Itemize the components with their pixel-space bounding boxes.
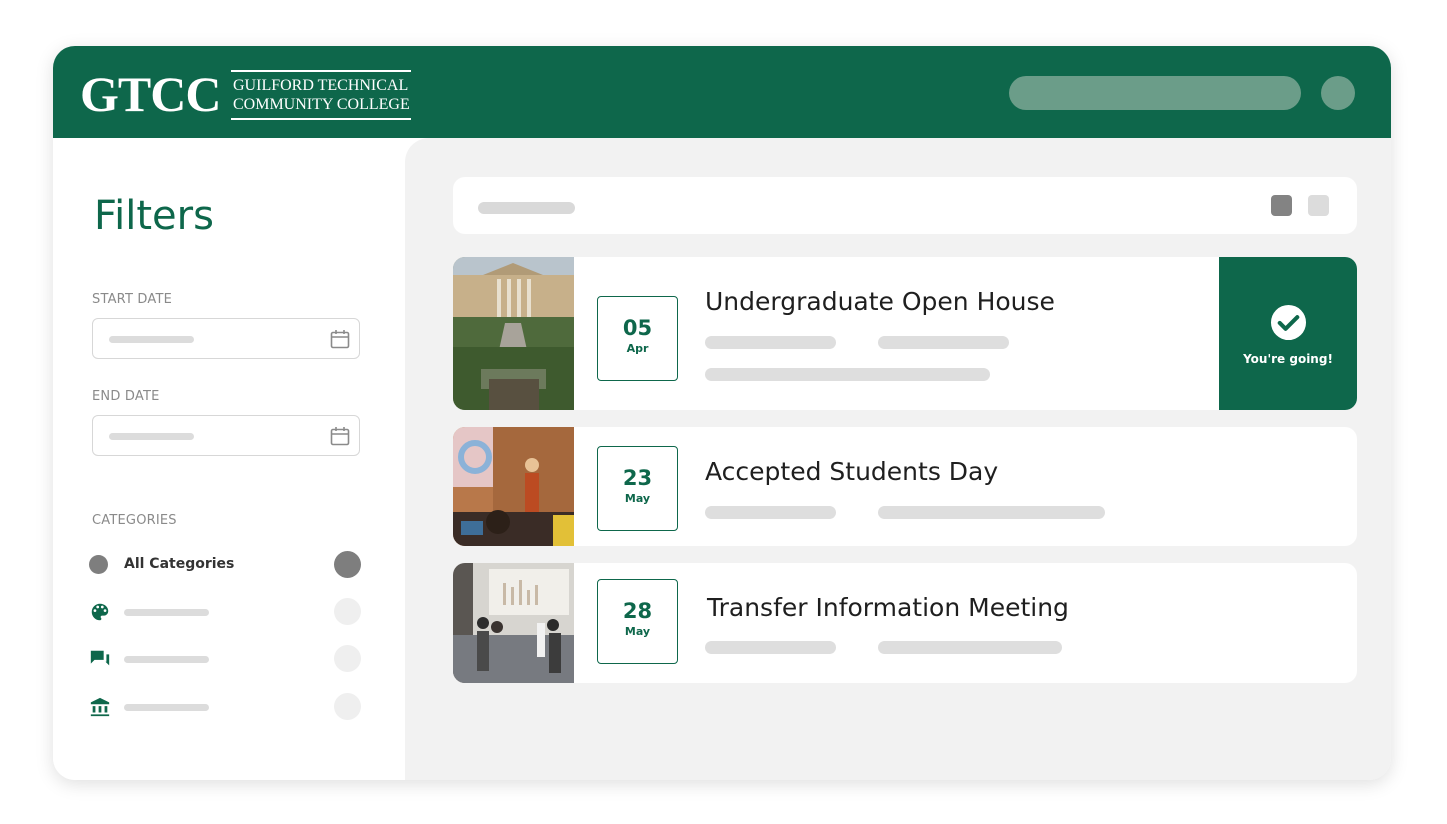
event-detail-placeholder: [878, 506, 1105, 519]
category-label-placeholder: [124, 704, 209, 711]
bank-icon: [90, 697, 110, 717]
filters-sidebar: Filters START DATE END DATE CATEGORIES A…: [53, 138, 405, 780]
event-detail-placeholder: [705, 506, 836, 519]
event-date-badge: 23 May: [597, 446, 678, 531]
end-date-label: END DATE: [92, 389, 160, 404]
going-status[interactable]: You're going!: [1219, 257, 1357, 410]
category-radio[interactable]: [334, 551, 361, 578]
event-day: 23: [622, 466, 653, 490]
event-month: Apr: [626, 342, 649, 355]
check-circle-icon: [1270, 304, 1307, 341]
filters-title: Filters: [94, 193, 214, 239]
event-title[interactable]: Transfer Information Meeting: [707, 593, 1069, 622]
category-label-placeholder: [124, 656, 209, 663]
end-date-input[interactable]: [92, 415, 360, 456]
category-radio[interactable]: [334, 645, 361, 672]
grid-view-icon[interactable]: [1271, 195, 1292, 216]
event-month: May: [624, 625, 651, 638]
category-all[interactable]: All Categories: [89, 549, 361, 579]
going-label: You're going!: [1243, 352, 1333, 366]
list-view-icon[interactable]: [1308, 195, 1329, 216]
events-toolbar: [453, 177, 1357, 234]
logo-subtitle-line-2: COMMUNITY COLLEGE: [233, 96, 410, 113]
event-day: 28: [622, 599, 653, 623]
event-month: May: [624, 492, 651, 505]
category-arts[interactable]: [89, 596, 361, 626]
lecture-hall-photo: [453, 563, 574, 683]
event-title[interactable]: Accepted Students Day: [705, 457, 998, 486]
category-institution[interactable]: [89, 691, 361, 721]
start-date-label: START DATE: [92, 292, 173, 307]
event-detail-placeholder: [705, 641, 836, 654]
event-day: 05: [622, 316, 653, 340]
event-card[interactable]: 28 May Transfer Information Meeting: [453, 563, 1357, 683]
event-title[interactable]: Undergraduate Open House: [705, 287, 1055, 316]
campus-photo: [453, 257, 574, 410]
event-date-badge: 05 Apr: [597, 296, 678, 381]
app-window: GTCC GUILFORD TECHNICAL COMMUNITY COLLEG…: [53, 46, 1391, 780]
start-date-input[interactable]: [92, 318, 360, 359]
start-date-placeholder: [109, 336, 194, 343]
event-detail-placeholder: [878, 336, 1009, 349]
logo-subtitle: GUILFORD TECHNICAL COMMUNITY COLLEGE: [231, 70, 411, 120]
event-card[interactable]: 05 Apr Undergraduate Open House You're g…: [453, 257, 1357, 410]
search-bar[interactable]: [1009, 76, 1301, 110]
calendar-icon[interactable]: [330, 329, 350, 349]
calendar-icon[interactable]: [330, 426, 350, 446]
chat-icon: [90, 650, 110, 666]
categories-label: CATEGORIES: [92, 513, 177, 528]
circle-icon: [89, 555, 108, 574]
avatar[interactable]: [1321, 76, 1355, 110]
category-radio[interactable]: [334, 598, 361, 625]
category-label-placeholder: [124, 609, 209, 616]
event-detail-placeholder: [705, 368, 990, 381]
logo[interactable]: GTCC: [80, 66, 221, 122]
event-detail-placeholder: [878, 641, 1062, 654]
top-bar: GTCC GUILFORD TECHNICAL COMMUNITY COLLEG…: [53, 46, 1391, 138]
events-main: 05 Apr Undergraduate Open House You're g…: [405, 138, 1391, 780]
logo-subtitle-line-1: GUILFORD TECHNICAL: [233, 77, 409, 94]
toolbar-placeholder: [478, 202, 575, 214]
event-card[interactable]: 23 May Accepted Students Day: [453, 427, 1357, 546]
palette-icon: [91, 603, 109, 621]
classroom-photo: [453, 427, 574, 546]
category-discussion[interactable]: [89, 643, 361, 673]
end-date-placeholder: [109, 433, 194, 440]
event-detail-placeholder: [705, 336, 836, 349]
category-radio[interactable]: [334, 693, 361, 720]
event-date-badge: 28 May: [597, 579, 678, 664]
category-label: All Categories: [124, 556, 235, 572]
